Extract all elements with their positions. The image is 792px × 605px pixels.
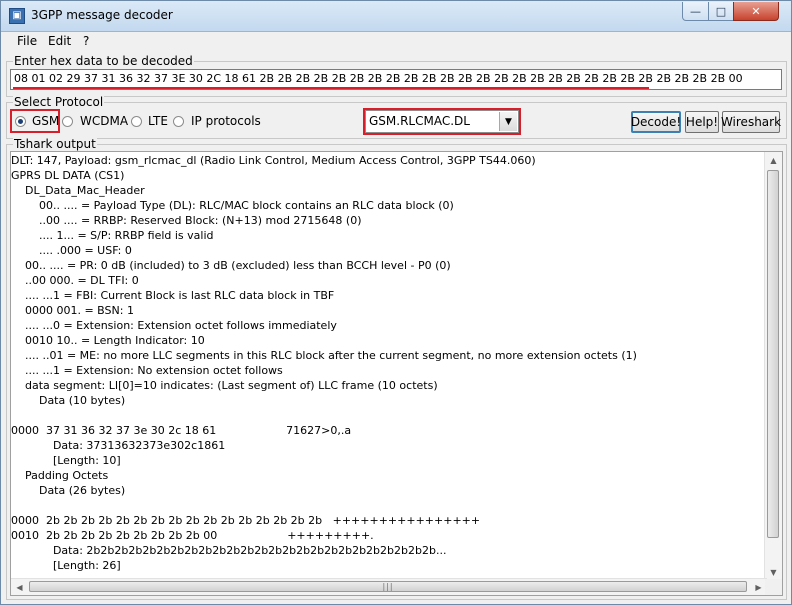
close-button[interactable]: ✕ [733,2,779,21]
output-line: .... ..01 = ME: no more LLC segments in … [11,349,637,362]
output-line: ..00 .... = RRBP: Reserved Block: (N+13)… [11,214,362,227]
hex-highlight-underline [13,87,649,89]
protocol-group-label: Select Protocol [13,95,105,109]
output-line: DLT: 147, Payload: gsm_rlcmac_dl (Radio … [11,154,536,167]
help-button[interactable]: Help! [685,111,719,133]
output-line: .... .000 = USF: 0 [11,244,132,257]
tshark-output[interactable]: DLT: 147, Payload: gsm_rlcmac_dl (Radio … [10,151,783,596]
window-title: 3GPP message decoder [31,8,173,22]
output-line: 0000 001. = BSN: 1 [11,304,134,317]
minimize-button[interactable]: — [682,2,709,21]
minimize-icon: — [690,4,701,18]
output-line: .... ...1 = FBI: Current Block is last R… [11,289,335,302]
vertical-scrollbar[interactable]: ▲ ▼ [764,152,782,581]
output-line: .... 1... = S/P: RRBP field is valid [11,229,214,242]
protocol-dropdown-value: GSM.RLCMAC.DL [369,114,470,128]
app-icon: ▣ [9,8,25,24]
menu-edit[interactable]: Edit [48,34,71,48]
output-line: [Length: 10] [11,454,121,467]
output-line: 0000 2b 2b 2b 2b 2b 2b 2b 2b 2b 2b 2b 2b… [11,514,481,527]
scroll-up-icon[interactable]: ▲ [765,152,782,169]
output-line: DL_Data_Mac_Header [11,184,145,197]
output-line: Padding Octets [11,469,109,482]
radio-ip-protocols-label[interactable]: IP protocols [191,114,261,128]
radio-gsm-label[interactable]: GSM [32,114,59,128]
radio-ip-protocols[interactable] [173,116,184,127]
output-line: 0010 2b 2b 2b 2b 2b 2b 2b 2b 2b 00 +++++… [11,529,374,542]
scroll-left-icon[interactable]: ◀ [11,579,28,595]
wireshark-button[interactable]: Wireshark [721,111,781,133]
close-icon: ✕ [751,4,761,18]
output-line: Data: 37313632373e302c1861 [11,439,226,452]
menu-bar: File Edit ? [1,32,791,51]
output-line: .... ...0 = Extension: Extension octet f… [11,319,337,332]
output-line: Data (10 bytes) [11,394,126,407]
output-line: 00.. .... = PR: 0 dB (included) to 3 dB … [11,259,451,272]
main-window: ▣ 3GPP message decoder — □ ✕ File Edit ?… [0,0,792,605]
output-line: Data: 2b2b2b2b2b2b2b2b2b2b2b2b2b2b2b2b2b… [11,544,447,557]
maximize-button[interactable]: □ [708,2,734,21]
tshark-output-text[interactable]: DLT: 147, Payload: gsm_rlcmac_dl (Radio … [11,153,767,581]
output-group-label: Tshark output [13,137,97,151]
radio-wcdma-label[interactable]: WCDMA [80,114,128,128]
radio-wcdma[interactable] [62,116,73,127]
horizontal-scrollbar[interactable]: ◀ ||| ▶ [11,578,767,595]
output-line: Data (26 bytes) [11,484,126,497]
output-line: [Length: 26] [11,559,121,572]
output-line: data segment: LI[0]=10 indicates: (Last … [11,379,438,392]
vertical-scroll-thumb[interactable] [767,170,779,538]
title-bar[interactable]: ▣ 3GPP message decoder — □ ✕ [1,1,791,32]
radio-gsm[interactable] [15,116,26,127]
output-line: .... ...1 = Extension: No extension octe… [11,364,283,377]
protocol-dropdown[interactable]: GSM.RLCMAC.DL ▼ [365,110,519,133]
radio-lte[interactable] [131,116,142,127]
menu-help[interactable]: ? [83,34,89,48]
maximize-icon: □ [715,4,727,18]
horizontal-scroll-thumb[interactable]: ||| [29,581,747,592]
grip-icon: ||| [382,582,394,591]
hex-group-label: Enter hex data to be decoded [13,54,194,68]
output-line: ..00 000. = DL TFI: 0 [11,274,139,287]
output-line: GPRS DL DATA (CS1) [11,169,125,182]
radio-lte-label[interactable]: LTE [148,114,168,128]
decode-button[interactable]: Decode! [631,111,681,133]
output-line: 00.. .... = Payload Type (DL): RLC/MAC b… [11,199,454,212]
output-line: 0010 10.. = Length Indicator: 10 [11,334,205,347]
menu-file[interactable]: File [17,34,37,48]
output-line: 0000 37 31 36 32 37 3e 30 2c 18 61 71627… [11,424,352,437]
chevron-down-icon[interactable]: ▼ [499,112,517,131]
scroll-corner [765,579,782,595]
